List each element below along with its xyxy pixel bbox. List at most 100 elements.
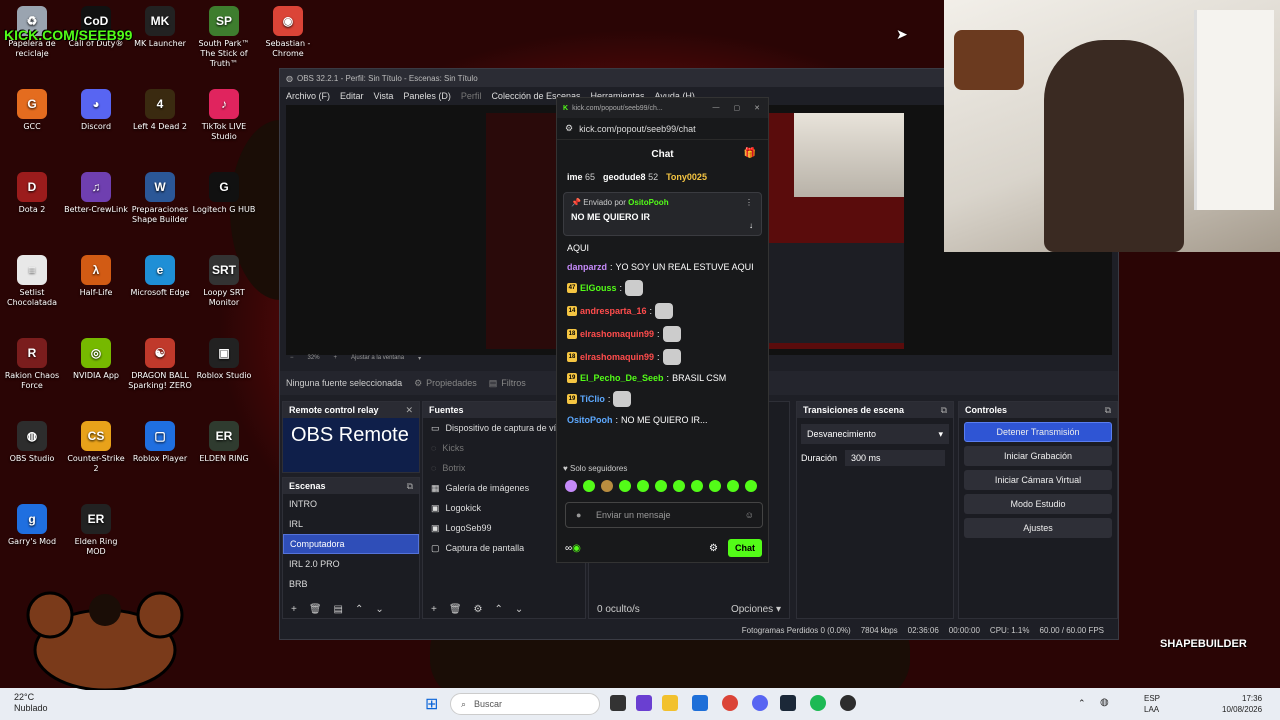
menu-archivo[interactable]: Archivo (F) xyxy=(286,91,330,101)
scene-item[interactable]: IRL 2.0 PRO xyxy=(283,554,419,574)
pinned-message[interactable]: 📌 Enviado por OsitoPooh ⋮ NO ME QUIERO I… xyxy=(563,192,762,236)
chat-username[interactable]: elrashomaquin99 xyxy=(580,351,654,363)
minimize-icon[interactable]: — xyxy=(713,104,720,112)
scene-item[interactable]: INTRO xyxy=(283,494,419,514)
language-indicator[interactable]: ESP LAA xyxy=(1144,693,1160,715)
desktop-icon[interactable]: ☯ DRAGON BALL Sparking! ZERO xyxy=(128,338,192,391)
preview-fit[interactable]: Ajustar a la ventana xyxy=(351,355,404,367)
add-icon[interactable]: + xyxy=(291,604,297,615)
chat-username[interactable]: TiClio xyxy=(580,393,605,405)
chat-username[interactable]: andresparta_16 xyxy=(580,305,647,317)
gift-icon[interactable]: 🎁 xyxy=(744,148,756,159)
pinned-user[interactable]: OsitoPooh xyxy=(628,198,668,207)
emote-icon[interactable] xyxy=(619,480,631,492)
emote-icon[interactable] xyxy=(565,480,577,492)
emoji-icon[interactable]: ☺ xyxy=(745,510,754,520)
duration-input[interactable]: 300 ms xyxy=(845,450,946,466)
desktop-icon[interactable]: CS Counter-Strike 2 xyxy=(64,421,128,474)
settings-button[interactable]: Ajustes xyxy=(964,518,1112,538)
desktop-icon[interactable]: ▣ Roblox Studio xyxy=(192,338,256,381)
network-icon[interactable]: ◍ xyxy=(1100,697,1109,708)
kick-chat-window[interactable]: K kick.com/popout/seeb99/ch... — ▢ ✕ ⚙ k… xyxy=(556,97,769,563)
weather-widget[interactable]: 22°C Nublado xyxy=(14,692,48,714)
emote-icon[interactable] xyxy=(745,480,757,492)
undock-icon[interactable]: ⧉ xyxy=(407,481,413,492)
emote-icon[interactable] xyxy=(673,480,685,492)
arrow-down-icon[interactable]: ⌄ xyxy=(375,604,383,615)
chevron-down-icon[interactable]: ▾ xyxy=(418,355,421,367)
stop-stream-button[interactable]: Detener Transmisión xyxy=(964,422,1112,442)
desktop-icon[interactable]: W Preparaciones Shape Builder xyxy=(128,172,192,225)
leader-item[interactable]: geodude8 52 xyxy=(603,172,658,182)
desktop-icon[interactable]: e Microsoft Edge xyxy=(128,255,192,298)
menu-perfil[interactable]: Perfil xyxy=(461,91,482,101)
scene-item[interactable]: Computadora xyxy=(283,534,419,554)
scene-item[interactable]: IRL xyxy=(283,514,419,534)
desktop-icon[interactable]: ER Elden Ring MOD xyxy=(64,504,128,557)
chevron-up-icon[interactable]: ⌃ xyxy=(1078,698,1086,709)
infinity-icon[interactable]: ∞ xyxy=(565,543,572,554)
gear-icon[interactable]: ⚙ xyxy=(709,543,718,554)
desktop-icon[interactable]: 4 Left 4 Dead 2 xyxy=(128,89,192,132)
zoom-out-icon[interactable]: − xyxy=(290,355,294,367)
start-virtual-camera-button[interactable]: Iniciar Cámara Virtual xyxy=(964,470,1112,490)
widgets-icon[interactable] xyxy=(636,695,652,711)
desktop-icon[interactable]: G GCC xyxy=(0,89,64,132)
scene-item[interactable]: BRB xyxy=(283,574,419,594)
desktop-icon[interactable]: ♫ Better-CrewLink xyxy=(64,172,128,215)
add-icon[interactable]: + xyxy=(431,604,437,615)
discord-icon[interactable] xyxy=(752,695,768,711)
chat-url-bar[interactable]: ⚙ kick.com/popout/seeb99/chat xyxy=(557,118,768,140)
steam-icon[interactable] xyxy=(780,695,796,711)
close-icon[interactable]: ✕ xyxy=(405,405,413,416)
desktop-icon[interactable]: SP South Park™ The Stick of Truth™ xyxy=(192,6,256,69)
chat-username[interactable]: elrashomaquin99 xyxy=(580,328,654,340)
spotify-icon[interactable] xyxy=(810,695,826,711)
desktop-icon[interactable]: ◍ OBS Studio xyxy=(0,421,64,464)
more-icon[interactable]: ⋮ xyxy=(745,198,753,207)
chat-username[interactable]: ElGouss xyxy=(580,282,617,294)
transition-select[interactable]: Desvanecimiento ▾ xyxy=(801,424,949,444)
zoom-in-icon[interactable]: + xyxy=(334,355,338,367)
desktop-icon[interactable]: ◎ NVIDIA App xyxy=(64,338,128,381)
emote-icon[interactable] xyxy=(583,480,595,492)
chat-username[interactable]: OsitoPooh xyxy=(567,414,613,426)
desktop-icon[interactable]: G Logitech G HUB xyxy=(192,172,256,215)
menu-editar[interactable]: Editar xyxy=(340,91,364,101)
desktop-icon[interactable]: λ Half-Life xyxy=(64,255,128,298)
emote-icon[interactable] xyxy=(601,480,613,492)
store-icon[interactable] xyxy=(692,695,708,711)
site-info-icon[interactable]: ⚙ xyxy=(565,123,573,134)
desktop-icon[interactable]: R Rakion Chaos Force xyxy=(0,338,64,391)
studio-mode-button[interactable]: Modo Estudio xyxy=(964,494,1112,514)
desktop-icon[interactable]: MK MK Launcher xyxy=(128,6,192,49)
leader-item[interactable]: ime 65 xyxy=(567,172,595,182)
clock[interactable]: 17:36 10/08/2026 xyxy=(1222,693,1262,715)
emote-icon[interactable] xyxy=(691,480,703,492)
desktop-icon[interactable]: ◕ Discord xyxy=(64,89,128,132)
desktop-icon[interactable]: ♪ TikTok LIVE Studio xyxy=(192,89,256,142)
arrow-down-icon[interactable]: ↓ xyxy=(749,221,753,230)
close-icon[interactable]: ✕ xyxy=(754,104,760,112)
emote-icon[interactable] xyxy=(637,480,649,492)
properties-button[interactable]: ⚙ Propiedades xyxy=(414,378,477,389)
trash-icon[interactable]: 🗑 xyxy=(449,604,462,615)
desktop-icon[interactable]: SRT Loopy SRT Monitor xyxy=(192,255,256,308)
mixer-options-button[interactable]: Opciones ▾ xyxy=(731,604,781,615)
chat-username[interactable]: danparzd xyxy=(567,261,607,273)
arrow-up-icon[interactable]: ⌃ xyxy=(355,604,363,615)
emote-icon[interactable] xyxy=(709,480,721,492)
desktop-icon[interactable]: ▢ Roblox Player xyxy=(128,421,192,464)
arrow-down-icon[interactable]: ⌄ xyxy=(515,604,523,615)
chat-window-titlebar[interactable]: K kick.com/popout/seeb99/ch... — ▢ ✕ xyxy=(557,98,768,118)
chrome-icon[interactable] xyxy=(722,695,738,711)
desktop-icon[interactable]: D Dota 2 xyxy=(0,172,64,215)
trash-icon[interactable]: 🗑 xyxy=(309,604,322,615)
send-chat-button[interactable]: Chat xyxy=(728,539,762,557)
leader-item[interactable]: Tony0025 xyxy=(666,172,707,182)
filter-icon[interactable]: ▤ xyxy=(334,604,343,615)
undock-icon[interactable]: ⧉ xyxy=(1105,405,1111,416)
chat-message-input[interactable]: ● Enviar un mensaje ☺ xyxy=(565,502,763,528)
arrow-up-icon[interactable]: ⌃ xyxy=(495,604,503,615)
taskbar-search[interactable]: ⌕ Buscar xyxy=(450,693,600,715)
